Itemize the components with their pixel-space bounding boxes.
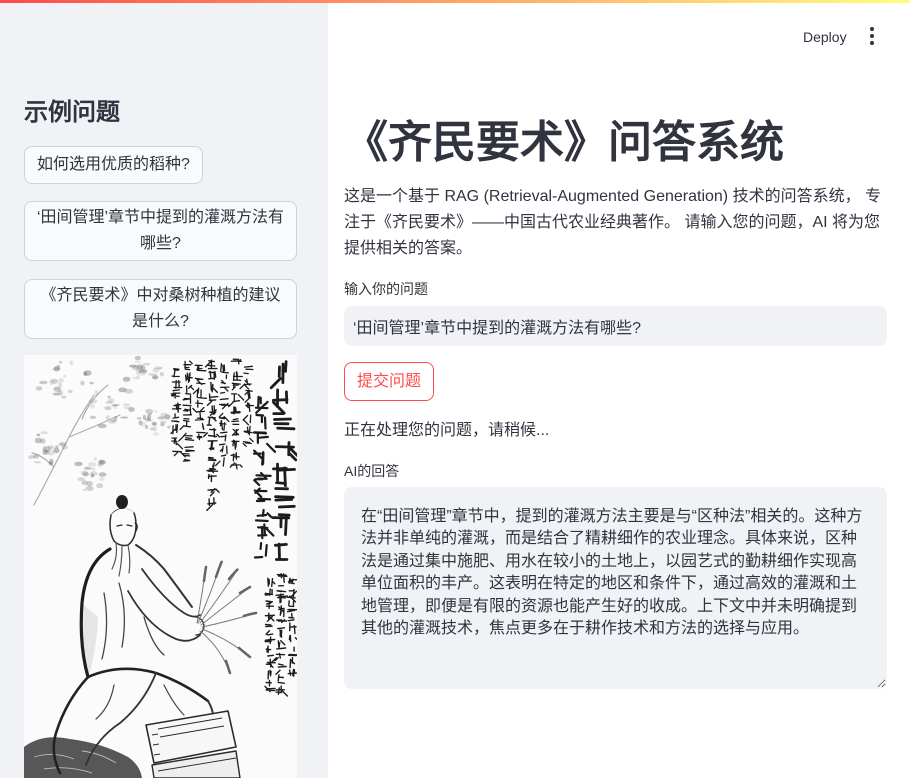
top-decoration-bar — [0, 0, 910, 3]
answer-label: AI的回答 — [344, 463, 400, 479]
example-question-button-2[interactable]: ‘田间管理’章节中提到的灌溉方法有哪些? — [24, 201, 297, 261]
processing-status-text: 正在处理您的问题，请稍候... — [344, 422, 550, 439]
answer-textarea[interactable]: 在“田间管理”章节中，提到的灌溉方法主要是与“区种法”相关的。这种方法并非单纯的… — [344, 487, 887, 689]
example-question-button-3[interactable]: 《齐民要术》中对桑树种植的建议是什么? — [24, 279, 297, 339]
submit-question-button[interactable]: 提交问题 — [344, 362, 435, 401]
sidebar-painting — [24, 355, 297, 778]
question-input-label: 输入你的问题 — [344, 281, 428, 297]
main-menu-button[interactable] — [860, 24, 884, 48]
ink-painting-image — [24, 355, 297, 778]
more-vertical-icon — [870, 27, 874, 45]
question-input[interactable] — [344, 306, 887, 346]
example-question-button-1[interactable]: 如何选用优质的稻种? — [24, 146, 203, 184]
sidebar-heading: 示例问题 — [24, 99, 120, 126]
page-title: 《齐民要术》问答系统 — [344, 118, 784, 167]
app-description: 这是一个基于 RAG (Retrieval-Augmented Generati… — [344, 188, 882, 257]
sidebar: 示例问题 如何选用优质的稻种? ‘田间管理’章节中提到的灌溉方法有哪些? 《齐民… — [0, 0, 328, 778]
main-content: Deploy 《齐民要术》问答系统 这是一个基于 RAG (Retrieval-… — [328, 0, 910, 778]
deploy-button[interactable]: Deploy — [793, 23, 857, 51]
